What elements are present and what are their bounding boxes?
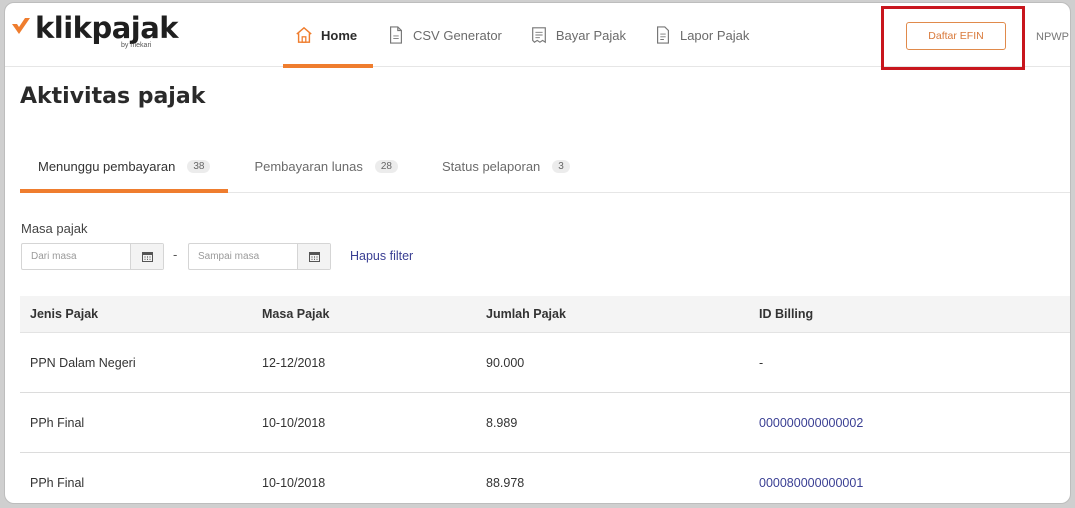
report-file-icon <box>656 26 669 44</box>
sampai-masa-field <box>188 243 331 270</box>
nav-bayar-label: Bayar Pajak <box>555 27 626 43</box>
cell-jenis-pajak: PPN Dalam Negeri <box>30 355 136 370</box>
tab-label: Menunggu pembayaran <box>38 159 176 174</box>
header-masa-pajak: Masa Pajak <box>262 307 330 321</box>
cell-id-billing: - <box>759 355 764 370</box>
app-window: klikpajak by mekari Home CSV Generator B… <box>4 2 1071 504</box>
calendar-icon <box>141 252 153 262</box>
tab-label: Status pelaporan <box>441 159 541 174</box>
tax-activity-table: Jenis Pajak Masa Pajak Jumlah Pajak ID B… <box>20 296 1070 503</box>
efin-highlight-box <box>881 6 1025 70</box>
nav-csv-label: CSV Generator <box>413 27 502 43</box>
cell-jumlah-pajak: 90.000 <box>486 355 525 370</box>
nav-bayar-pajak[interactable]: Bayar Pajak <box>516 3 640 67</box>
cell-jenis-pajak: PPh Final <box>30 475 85 490</box>
masa-pajak-label: Masa pajak <box>21 221 88 236</box>
calendar-icon <box>308 252 320 262</box>
tab-menunggu-pembayaran[interactable]: Menunggu pembayaran 38 <box>20 141 229 193</box>
csv-file-icon <box>390 26 402 44</box>
table-header: Jenis Pajak Masa Pajak Jumlah Pajak ID B… <box>20 296 1070 333</box>
nav-csv-generator[interactable]: CSV Generator <box>373 3 516 67</box>
cell-jumlah-pajak: 88.978 <box>486 475 525 490</box>
nav-lapor-label: Lapor Pajak <box>679 27 750 43</box>
klikpajak-logo[interactable]: klikpajak by mekari <box>11 11 179 55</box>
tab-label: Pembayaran lunas <box>254 159 363 174</box>
checkmark-logo-icon <box>12 18 30 34</box>
date-range-separator: - <box>173 247 178 262</box>
sampai-masa-input[interactable] <box>189 244 297 269</box>
nav-home-label: Home <box>321 27 358 43</box>
brand-sub: by mekari <box>121 42 152 49</box>
header-jenis-pajak: Jenis Pajak <box>30 307 99 321</box>
table-row[interactable]: PPN Dalam Negeri 12-12/2018 90.000 - <box>20 333 1070 393</box>
table-row[interactable]: PPh Final 10-10/2018 88.978 000080000000… <box>20 453 1070 503</box>
npwp-label: NPWP: <box>1036 31 1071 43</box>
tab-count-badge: 28 <box>374 160 398 173</box>
billing-id-link[interactable]: 000000000000002 <box>759 416 1070 430</box>
table-row[interactable]: PPh Final 10-10/2018 8.989 0000000000000… <box>20 393 1070 453</box>
tab-count-badge: 38 <box>187 160 211 173</box>
page-title: Aktivitas pajak <box>20 84 206 109</box>
dari-masa-calendar-button[interactable] <box>130 244 163 269</box>
home-icon <box>296 26 312 43</box>
tab-count-badge: 3 <box>552 160 570 173</box>
nav-lapor-pajak[interactable]: Lapor Pajak <box>640 3 763 67</box>
billing-id-link[interactable]: 000080000000001 <box>759 476 1070 490</box>
cell-masa-pajak: 10-10/2018 <box>262 415 326 430</box>
sampai-masa-calendar-button[interactable] <box>297 244 330 269</box>
main-nav: Home CSV Generator Bayar Pajak Lapor Paj… <box>283 3 763 68</box>
activity-tabs: Menunggu pembayaran 38 Pembayaran lunas … <box>20 141 1070 193</box>
tab-pembayaran-lunas[interactable]: Pembayaran lunas 28 <box>236 141 416 192</box>
header-id-billing: ID Billing <box>759 307 814 321</box>
cell-jumlah-pajak: 8.989 <box>486 415 518 430</box>
dari-masa-field <box>21 243 164 270</box>
nav-home[interactable]: Home <box>283 3 373 68</box>
cell-masa-pajak: 12-12/2018 <box>262 355 326 370</box>
cell-jenis-pajak: PPh Final <box>30 415 85 430</box>
dari-masa-input[interactable] <box>22 244 130 269</box>
tab-status-pelaporan[interactable]: Status pelaporan 3 <box>424 141 588 192</box>
hapus-filter-link[interactable]: Hapus filter <box>350 249 413 263</box>
receipt-icon <box>531 27 546 44</box>
header-jumlah-pajak: Jumlah Pajak <box>486 307 566 321</box>
cell-masa-pajak: 10-10/2018 <box>262 475 326 490</box>
brand-name: klikpajak <box>35 11 179 45</box>
